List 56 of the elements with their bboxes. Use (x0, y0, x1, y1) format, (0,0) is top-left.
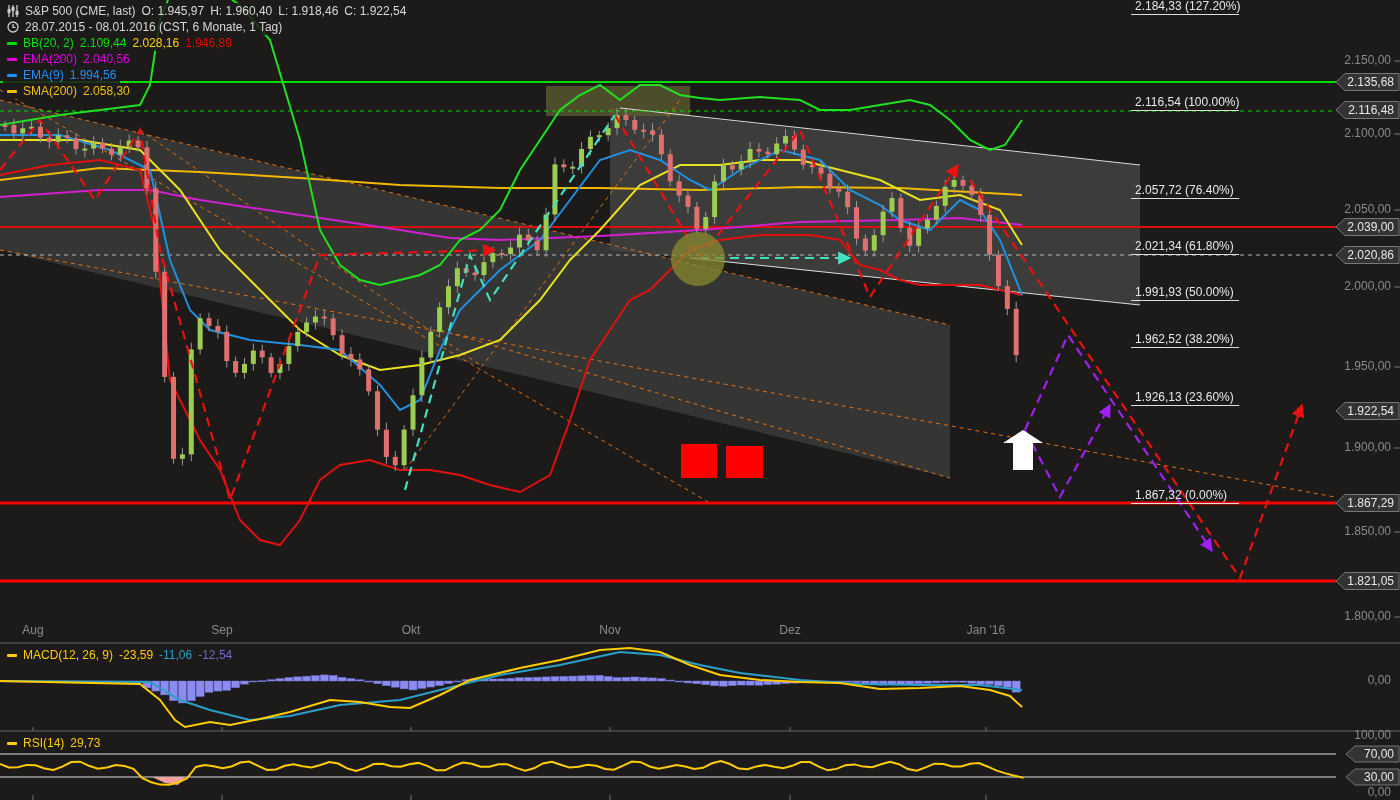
price-tag: 1.821,05 (1335, 572, 1400, 590)
axis-label: 1.850,00 (1344, 524, 1391, 539)
indicator-label: EMA(9) (23, 68, 64, 82)
indicator-label: EMA(200) (23, 52, 78, 66)
axis-label: 2.000,00 (1344, 279, 1391, 294)
indicator-value: 2.040,56 (83, 52, 130, 66)
indicator-value: -12,54 (198, 648, 233, 662)
fib-level-label: 2.184,33 (127.20%) (1130, 0, 1241, 15)
date-range: 28.07.2015 - 08.01.2016 (CST, 6 Monate, 1 Tag) (25, 20, 283, 34)
fib-level-label: 1.962,52 (38.20%) (1130, 332, 1240, 348)
indicator-value: 2.058,30 (83, 84, 130, 98)
axis-label: Nov (599, 623, 621, 638)
indicator-value: 2.028,16 (132, 36, 180, 50)
price-tag: 2.039,00 (1335, 218, 1400, 236)
ohlc-value: L: 1.918,46 (278, 4, 339, 18)
axis-label: 0,00 (1367, 673, 1391, 688)
indicator-value: 29,73 (70, 736, 101, 750)
chart-title: S&P 500 (CME, last) (25, 4, 136, 18)
price-tag: 2.116,48 (1335, 101, 1400, 119)
axis-label: Aug (22, 623, 44, 638)
price-tag: 1.922,54 (1335, 402, 1400, 420)
fib-level-label: 2.021,34 (61.80%) (1130, 239, 1240, 255)
indicator-value: -11,06 (159, 648, 193, 662)
axis-label: 0,00 (1367, 785, 1391, 800)
price-tag: 2.020,86 (1335, 246, 1400, 264)
indicator-value: -23,59 (119, 648, 154, 662)
level-tag: 70,00 (1345, 745, 1400, 763)
ohlc-value: C: 1.922,54 (344, 4, 407, 18)
ohlc-value: H: 1.960,40 (210, 4, 273, 18)
price-tag: 2.135,68 (1335, 73, 1400, 91)
indicator-value: 1.946,89 (185, 36, 232, 50)
fib-level-label: 1.991,93 (50.00%) (1130, 285, 1240, 301)
indicator-label: RSI(14) (23, 736, 65, 750)
fib-level-label: 2.116,54 (100.00%) (1130, 95, 1240, 111)
axis-label: Okt (401, 623, 421, 638)
indicator-label: SMA(200) (23, 84, 78, 98)
axis-label: 1.950,00 (1344, 359, 1391, 374)
ohlc-value: O: 1.945,97 (141, 4, 205, 18)
axis-label: 1.800,00 (1344, 609, 1391, 624)
axis-label: Sep (211, 623, 233, 638)
axis-label: Dez (779, 623, 801, 638)
axis-label: 2.150,00 (1344, 53, 1391, 68)
indicator-label: BB(20, 2) (23, 36, 74, 50)
indicator-label: MACD(12, 26, 9) (23, 648, 114, 662)
fib-level-label: 1.926,13 (23.60%) (1130, 390, 1240, 406)
level-tag: 30,00 (1345, 768, 1400, 786)
axis-label: Jan '16 (966, 623, 1006, 638)
indicator-value: 1.994,56 (69, 68, 117, 82)
indicator-value: 2.109,44 (79, 36, 127, 50)
price-tag: 1.867,29 (1335, 494, 1400, 512)
axis-label: 1.900,00 (1344, 440, 1391, 455)
fib-level-label: 1.867,32 (0.00%) (1130, 488, 1240, 504)
axis-label: 2.050,00 (1344, 202, 1391, 217)
axis-label: 100,00 (1354, 728, 1391, 743)
axis-label: 2.100,00 (1344, 126, 1391, 141)
fib-level-label: 2.057,72 (76.40%) (1130, 183, 1240, 199)
